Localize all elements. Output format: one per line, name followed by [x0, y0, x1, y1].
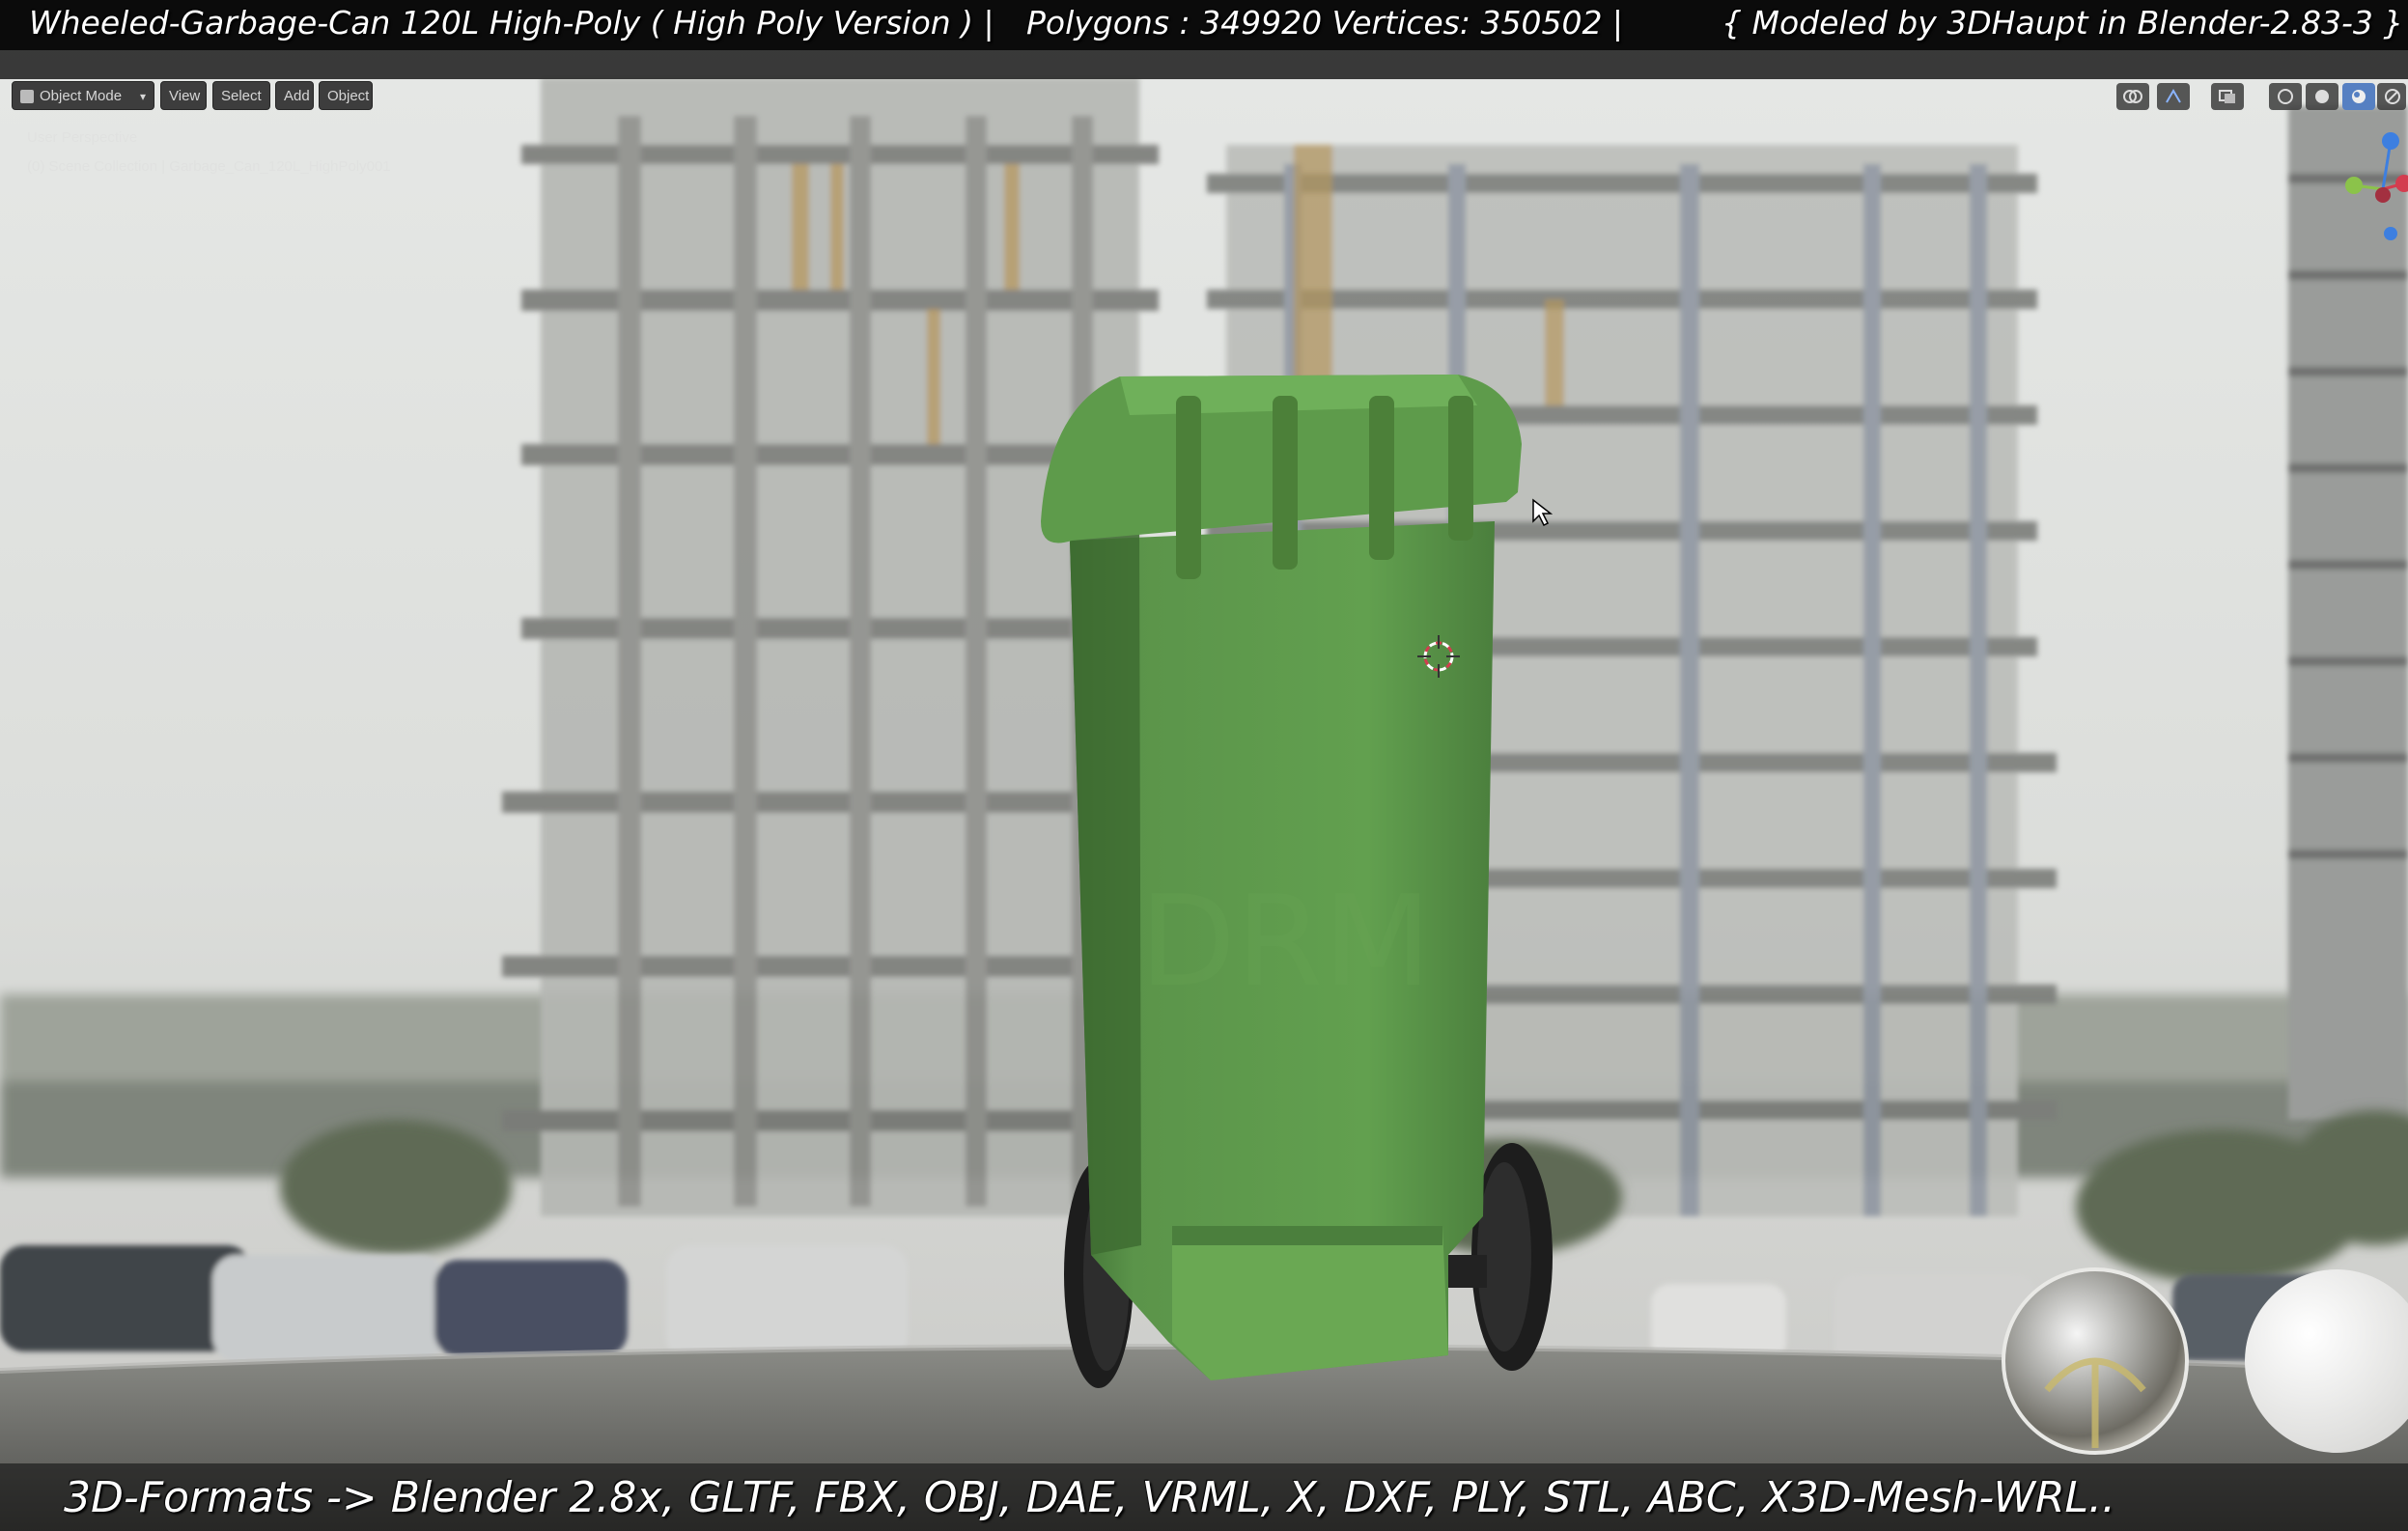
object-menu[interactable]: Object	[319, 81, 373, 110]
xray-toggle[interactable]	[2211, 83, 2244, 110]
mouse-cursor-icon	[1532, 498, 1553, 527]
solid-shading-button[interactable]	[2306, 83, 2338, 110]
svg-text:DRM: DRM	[1139, 868, 1432, 1015]
material-shading-button[interactable]	[2342, 83, 2375, 110]
xray-icon	[2219, 90, 2235, 103]
navigation-gizmo[interactable]	[2327, 116, 2408, 251]
viewport-scene: DRM	[0, 0, 2408, 1531]
viewport-perspective-label: User Perspective	[27, 129, 138, 146]
select-menu[interactable]: Select	[212, 81, 270, 110]
formats-caption: 3D-Formats -> Blender 2.8x, GLTF, FBX, O…	[64, 1473, 2116, 1522]
gizmo-toggle[interactable]	[2157, 83, 2190, 110]
3d-viewport[interactable]: DRM Wheeled-Garbage-Can 120L High-Poly (…	[0, 0, 2408, 1531]
viewport-collection-label: (0) Scene Collection | Garbage_Can_120L_…	[27, 158, 391, 175]
add-menu[interactable]: Add	[275, 81, 314, 110]
object-mode-dropdown[interactable]: Object Mode ▾	[12, 81, 154, 110]
object-mode-icon	[20, 90, 34, 104]
blender-topbar	[0, 50, 2408, 79]
solid-icon	[2315, 90, 2329, 103]
material-icon	[2352, 90, 2366, 103]
view-menu[interactable]: View	[160, 81, 207, 110]
3d-cursor-icon	[1417, 635, 1460, 678]
modeled-by-caption: { Modeled by 3DHaupt in Blender-2.83-3 }	[1722, 4, 2404, 42]
polygon-count-caption: Polygons : 349920 Vertices: 350502 |	[1026, 4, 1624, 42]
garbage-bin-model: DRM	[1041, 375, 1553, 1388]
model-title-caption: Wheeled-Garbage-Can 120L High-Poly ( Hig…	[29, 4, 994, 42]
overlay-icon	[2123, 90, 2142, 103]
rendered-icon	[2385, 89, 2400, 104]
gizmo-icon	[2166, 89, 2181, 103]
wireframe-shading-button[interactable]	[2269, 83, 2302, 110]
wireframe-icon	[2278, 89, 2293, 104]
chevron-down-icon: ▾	[139, 90, 146, 103]
object-mode-label: Object Mode	[40, 88, 123, 104]
rendered-shading-button[interactable]	[2377, 83, 2406, 110]
overlay-toggle[interactable]	[2116, 83, 2149, 110]
